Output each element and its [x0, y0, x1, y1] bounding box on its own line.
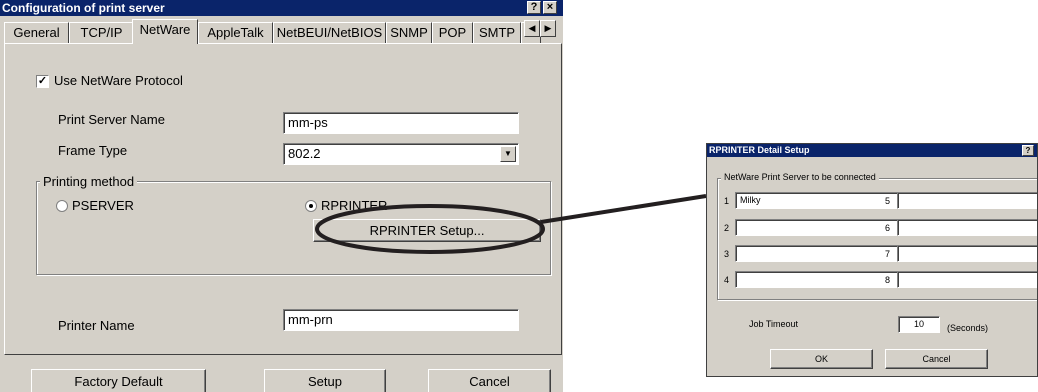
server-field-6[interactable] — [897, 219, 1037, 236]
rprinter-label: RPRINTER — [321, 198, 388, 213]
detail-cancel-button[interactable]: Cancel — [885, 349, 988, 369]
printer-name-input[interactable]: mm-prn — [283, 309, 519, 331]
configuration-dialog: Configuration of print server ? × Genera… — [0, 0, 563, 392]
tab-netbeui-netbios[interactable]: NetBEUI/NetBIOS — [273, 22, 386, 43]
tab-scroll-right-icon[interactable]: ▶ — [540, 20, 556, 37]
server-num-3: 3 — [724, 249, 730, 259]
tab-netware[interactable]: NetWare — [132, 19, 198, 44]
tab-scroll-left-icon[interactable]: ◀ — [524, 20, 540, 37]
use-netware-label: Use NetWare Protocol — [54, 73, 183, 88]
dialog-title: Configuration of print server — [2, 1, 165, 15]
detail-help-button[interactable]: ? — [1022, 145, 1034, 156]
server-field-2[interactable] — [735, 219, 899, 236]
tab-smtp[interactable]: SMTP — [473, 22, 521, 43]
job-timeout-input[interactable]: 10 — [898, 316, 940, 333]
frame-type-value: 802.2 — [288, 146, 321, 161]
server-field-1[interactable]: Milky — [735, 192, 899, 209]
server-num-7: 7 — [885, 249, 891, 259]
rprinter-radio[interactable] — [305, 200, 317, 212]
server-num-8: 8 — [885, 275, 891, 285]
help-button[interactable]: ? — [527, 1, 541, 14]
printing-method-label: Printing method — [40, 174, 138, 189]
cancel-button[interactable]: Cancel — [428, 369, 551, 392]
callout-connector-line — [540, 194, 707, 224]
server-field-4[interactable] — [735, 271, 899, 288]
tab-pop[interactable]: POP — [432, 22, 473, 43]
job-timeout-unit: (Seconds) — [947, 323, 989, 333]
close-button[interactable]: × — [543, 1, 557, 14]
frame-type-select[interactable]: 802.2 ▼ — [283, 143, 519, 165]
server-num-1: 1 — [724, 196, 730, 206]
use-netware-checkbox[interactable]: ✓ — [36, 75, 49, 88]
server-field-5[interactable] — [897, 192, 1037, 209]
print-server-name-input[interactable]: mm-ps — [283, 112, 519, 134]
server-field-8[interactable] — [897, 271, 1037, 288]
detail-title-bar: RPRINTER Detail Setup ? — [707, 144, 1037, 157]
netware-server-group-label: NetWare Print Server to be connected — [721, 172, 879, 182]
tab-snmp[interactable]: SNMP — [386, 22, 432, 43]
rprinter-detail-dialog: RPRINTER Detail Setup ? NetWare Print Se… — [706, 143, 1038, 377]
server-num-4: 4 — [724, 275, 730, 285]
rprinter-setup-button[interactable]: RPRINTER Setup... — [313, 219, 541, 242]
server-num-6: 6 — [885, 223, 891, 233]
server-num-2: 2 — [724, 223, 730, 233]
frame-type-label: Frame Type — [58, 143, 128, 158]
detail-title: RPRINTER Detail Setup — [709, 145, 810, 155]
dialog-title-bar: Configuration of print server ? × — [0, 0, 563, 16]
tab-strip: General TCP/IP NetWare AppleTalk NetBEUI… — [4, 19, 563, 44]
server-num-5: 5 — [885, 196, 891, 206]
tab-general[interactable]: General — [4, 22, 69, 43]
server-field-3[interactable] — [735, 245, 899, 262]
job-timeout-label: Job Timeout — [749, 319, 799, 329]
pserver-radio[interactable] — [56, 200, 68, 212]
print-server-name-label: Print Server Name — [58, 112, 165, 127]
factory-default-button[interactable]: Factory Default — [31, 369, 206, 392]
pserver-label: PSERVER — [72, 198, 134, 213]
tab-appletalk[interactable]: AppleTalk — [198, 22, 273, 43]
setup-button[interactable]: Setup — [264, 369, 386, 392]
tab-tcpip[interactable]: TCP/IP — [69, 22, 134, 43]
server-field-7[interactable] — [897, 245, 1037, 262]
detail-ok-button[interactable]: OK — [770, 349, 873, 369]
printer-name-label: Printer Name — [58, 318, 135, 333]
chevron-down-icon[interactable]: ▼ — [500, 146, 516, 162]
